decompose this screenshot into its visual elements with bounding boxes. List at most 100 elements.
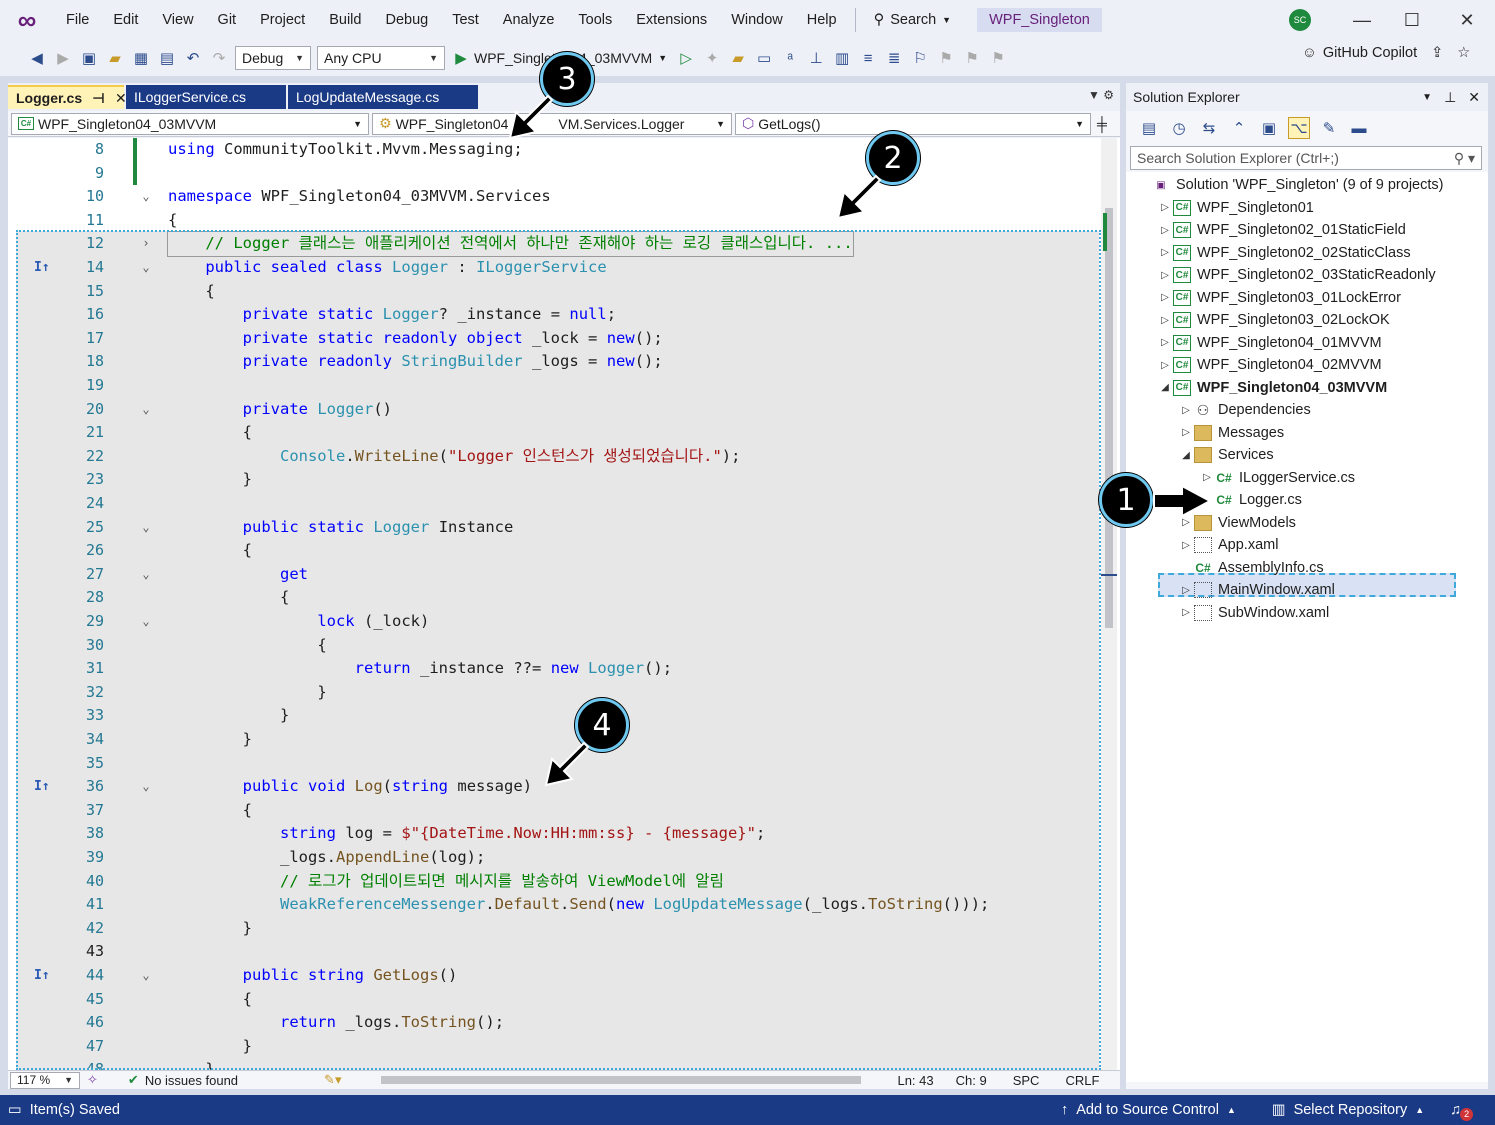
menu-item-analyze[interactable]: Analyze <box>491 0 567 40</box>
menu-item-tools[interactable]: Tools <box>566 0 624 40</box>
menu-item-debug[interactable]: Debug <box>373 0 440 40</box>
tree-item[interactable]: ▷ C# WPF_Singleton04_02MVVM <box>1157 354 1382 376</box>
document-tab[interactable]: ILoggerService.cs <box>126 85 286 109</box>
sync-icon[interactable]: ⇆ <box>1198 117 1220 139</box>
collapsed-arrow-icon[interactable]: ▷ <box>1178 427 1194 438</box>
collapsed-arrow-icon[interactable]: ▷ <box>1178 607 1194 618</box>
document-outline-icon[interactable]: ▥ <box>831 47 853 69</box>
fold-toggle-icon[interactable]: ⌄ <box>140 398 152 422</box>
code-line[interactable]: 31 return _instance ??= new Logger(); <box>8 657 1098 681</box>
implementation-glyph-icon[interactable]: I↑ <box>34 256 50 280</box>
menu-item-help[interactable]: Help <box>795 0 849 40</box>
code-line[interactable]: 47 } <box>8 1035 1098 1059</box>
tree-item[interactable]: ▷ MainWindow.xaml <box>1178 579 1335 601</box>
add-to-source-control-button[interactable]: ↑ Add to Source Control ▲ <box>1061 1102 1236 1118</box>
fold-toggle-icon[interactable]: ⌄ <box>140 256 152 280</box>
expanded-arrow-icon[interactable]: ◢ <box>1157 382 1173 393</box>
fold-toggle-icon[interactable]: ⌄ <box>140 610 152 634</box>
menu-item-git[interactable]: Git <box>206 0 249 40</box>
fold-toggle-icon[interactable]: ⌄ <box>140 775 152 799</box>
code-line[interactable]: 41 WeakReferenceMessenger.Default.Send(n… <box>8 893 1098 917</box>
collapsed-arrow-icon[interactable]: ▷ <box>1178 540 1194 551</box>
tree-item[interactable]: ◢ Services <box>1178 444 1274 466</box>
code-line[interactable]: 18 private readonly StringBuilder _logs … <box>8 350 1098 374</box>
collapsed-arrow-icon[interactable]: ▷ <box>1178 517 1194 528</box>
collapsed-arrow-icon[interactable]: ▷ <box>1157 292 1173 303</box>
solution-search-input[interactable]: Search Solution Explorer (Ctrl+;) ⚲ ▾ <box>1130 146 1482 170</box>
code-line[interactable]: 23 } <box>8 468 1098 492</box>
intellicode-icon[interactable]: ✧ <box>87 1072 98 1088</box>
code-line[interactable]: 42 } <box>8 917 1098 941</box>
redo-icon[interactable]: ↷ <box>208 47 230 69</box>
github-copilot-button[interactable]: ☺ GitHub Copilot ⇪ ☆ <box>1302 45 1470 61</box>
menu-item-build[interactable]: Build <box>317 0 373 40</box>
document-tab[interactable]: LogUpdateMessage.cs <box>288 85 478 109</box>
tree-item[interactable]: ▷ App.xaml <box>1178 534 1278 556</box>
tree-item[interactable]: ▷ ⚇ Dependencies <box>1178 399 1311 421</box>
collapsed-arrow-icon[interactable]: ▷ <box>1157 270 1173 281</box>
solution-configuration-select[interactable]: Debug ▼ <box>235 46 311 70</box>
code-line[interactable]: 26 { <box>8 539 1098 563</box>
pin-tab-icon[interactable]: ⊣ <box>92 90 105 107</box>
fold-toggle-icon[interactable]: ⌄ <box>140 964 152 988</box>
clear-bookmarks-icon[interactable]: ⚑ <box>987 47 1009 69</box>
code-line[interactable]: 10 ⌄ namespace WPF_Singleton04_03MVVM.Serv… <box>8 185 1098 209</box>
tree-item[interactable]: ▷ C# WPF_Singleton03_02LockOK <box>1157 309 1390 331</box>
implementation-glyph-icon[interactable]: I↑ <box>34 775 50 799</box>
code-line[interactable]: 14 ⌄ I↑ public sealed class Logger : ILogg… <box>8 256 1098 280</box>
code-line[interactable]: 40 // 로그가 업데이트되면 메시지를 발송하여 ViewModel에 알림 <box>8 870 1098 894</box>
code-line[interactable]: 12 › // Logger 클래스는 애플리케이션 전역에서 하나만 존재해야 … <box>8 231 1098 257</box>
save-icon[interactable]: ▦ <box>130 47 152 69</box>
spell-check-icon[interactable]: ᵃ <box>779 47 801 69</box>
menu-item-project[interactable]: Project <box>248 0 317 40</box>
collapsed-arrow-icon[interactable]: ▷ <box>1157 337 1173 348</box>
line-number-status[interactable]: Ln: 43 <box>897 1073 933 1088</box>
code-line[interactable]: 37 { <box>8 799 1098 823</box>
project-navigation-select[interactable]: C# WPF_Singleton04_03MVVM ▼ <box>11 112 369 135</box>
collapsed-arrow-icon[interactable]: ▷ <box>1178 405 1194 416</box>
close-window-button[interactable]: ✕ <box>1452 8 1482 32</box>
collapsed-arrow-icon[interactable]: ▷ <box>1157 360 1173 371</box>
code-cleanup-icon[interactable]: ✎▾ <box>324 1072 341 1088</box>
fold-toggle-icon[interactable]: ⌄ <box>140 563 152 587</box>
panel-options-icon[interactable]: ▼ <box>1422 92 1432 103</box>
show-all-files-icon[interactable]: ▣ <box>1258 117 1280 139</box>
code-line[interactable]: 33 } <box>8 704 1098 728</box>
issues-status[interactable]: No issues found <box>145 1073 238 1088</box>
collapsed-arrow-icon[interactable]: ▷ <box>1157 247 1173 258</box>
collapse-all-icon[interactable]: ⌃ <box>1228 117 1250 139</box>
tree-item[interactable]: ▷ SubWindow.xaml <box>1178 602 1329 624</box>
tab-overflow-menu[interactable]: ▼ ⚙ <box>1088 88 1114 102</box>
bookmark-icon[interactable]: ⚐ <box>909 47 931 69</box>
split-editor-icon[interactable]: ╪ <box>1097 116 1107 132</box>
navigate-back-icon[interactable]: ◀ <box>26 47 48 69</box>
maximize-button[interactable]: ☐ <box>1397 8 1427 32</box>
select-repository-button[interactable]: ▥ Select Repository ▲ <box>1272 1102 1424 1118</box>
comment-icon[interactable]: ≡ <box>857 47 879 69</box>
feedback-icon[interactable]: ☆ <box>1457 45 1470 61</box>
code-line[interactable]: 21 { <box>8 421 1098 445</box>
menu-item-edit[interactable]: Edit <box>101 0 150 40</box>
code-line[interactable]: 44 ⌄ I↑ public string GetLogs() <box>8 964 1098 988</box>
collapsed-arrow-icon[interactable]: ▷ <box>1157 202 1173 213</box>
collapsed-arrow-icon[interactable]: ▷ <box>1157 225 1173 236</box>
new-project-icon[interactable]: ▣ <box>78 47 100 69</box>
code-editor[interactable]: 8 using CommunityToolkit.Mvvm.Messaging; 9… <box>8 138 1120 1071</box>
menu-item-file[interactable]: File <box>54 0 101 40</box>
editor-vertical-scrollbar[interactable] <box>1101 138 1117 1071</box>
tree-item[interactable]: ▷ C# WPF_Singleton02_01StaticField <box>1157 219 1406 241</box>
code-line[interactable]: 17 private static readonly object _lock … <box>8 327 1098 351</box>
pending-changes-icon[interactable]: ◷ <box>1168 117 1190 139</box>
code-line[interactable]: 28 { <box>8 586 1098 610</box>
document-tab[interactable]: Logger.cs ⊣ ✕ <box>8 85 127 109</box>
close-tab-icon[interactable]: ✕ <box>115 90 127 107</box>
tree-item[interactable]: ▷ C# ILoggerService.cs <box>1199 467 1355 489</box>
tree-item[interactable]: ▷ Messages <box>1178 422 1284 444</box>
search-button[interactable]: ⚲ Search ▼ <box>862 0 964 40</box>
next-bookmark-icon[interactable]: ⚑ <box>961 47 983 69</box>
close-panel-icon[interactable]: ✕ <box>1468 89 1480 106</box>
step-icon[interactable]: ⊥ <box>805 47 827 69</box>
preview-icon[interactable]: ▬ <box>1348 117 1370 139</box>
code-line[interactable]: 15 { <box>8 280 1098 304</box>
tree-item[interactable]: ▷ C# WPF_Singleton04_01MVVM <box>1157 332 1382 354</box>
